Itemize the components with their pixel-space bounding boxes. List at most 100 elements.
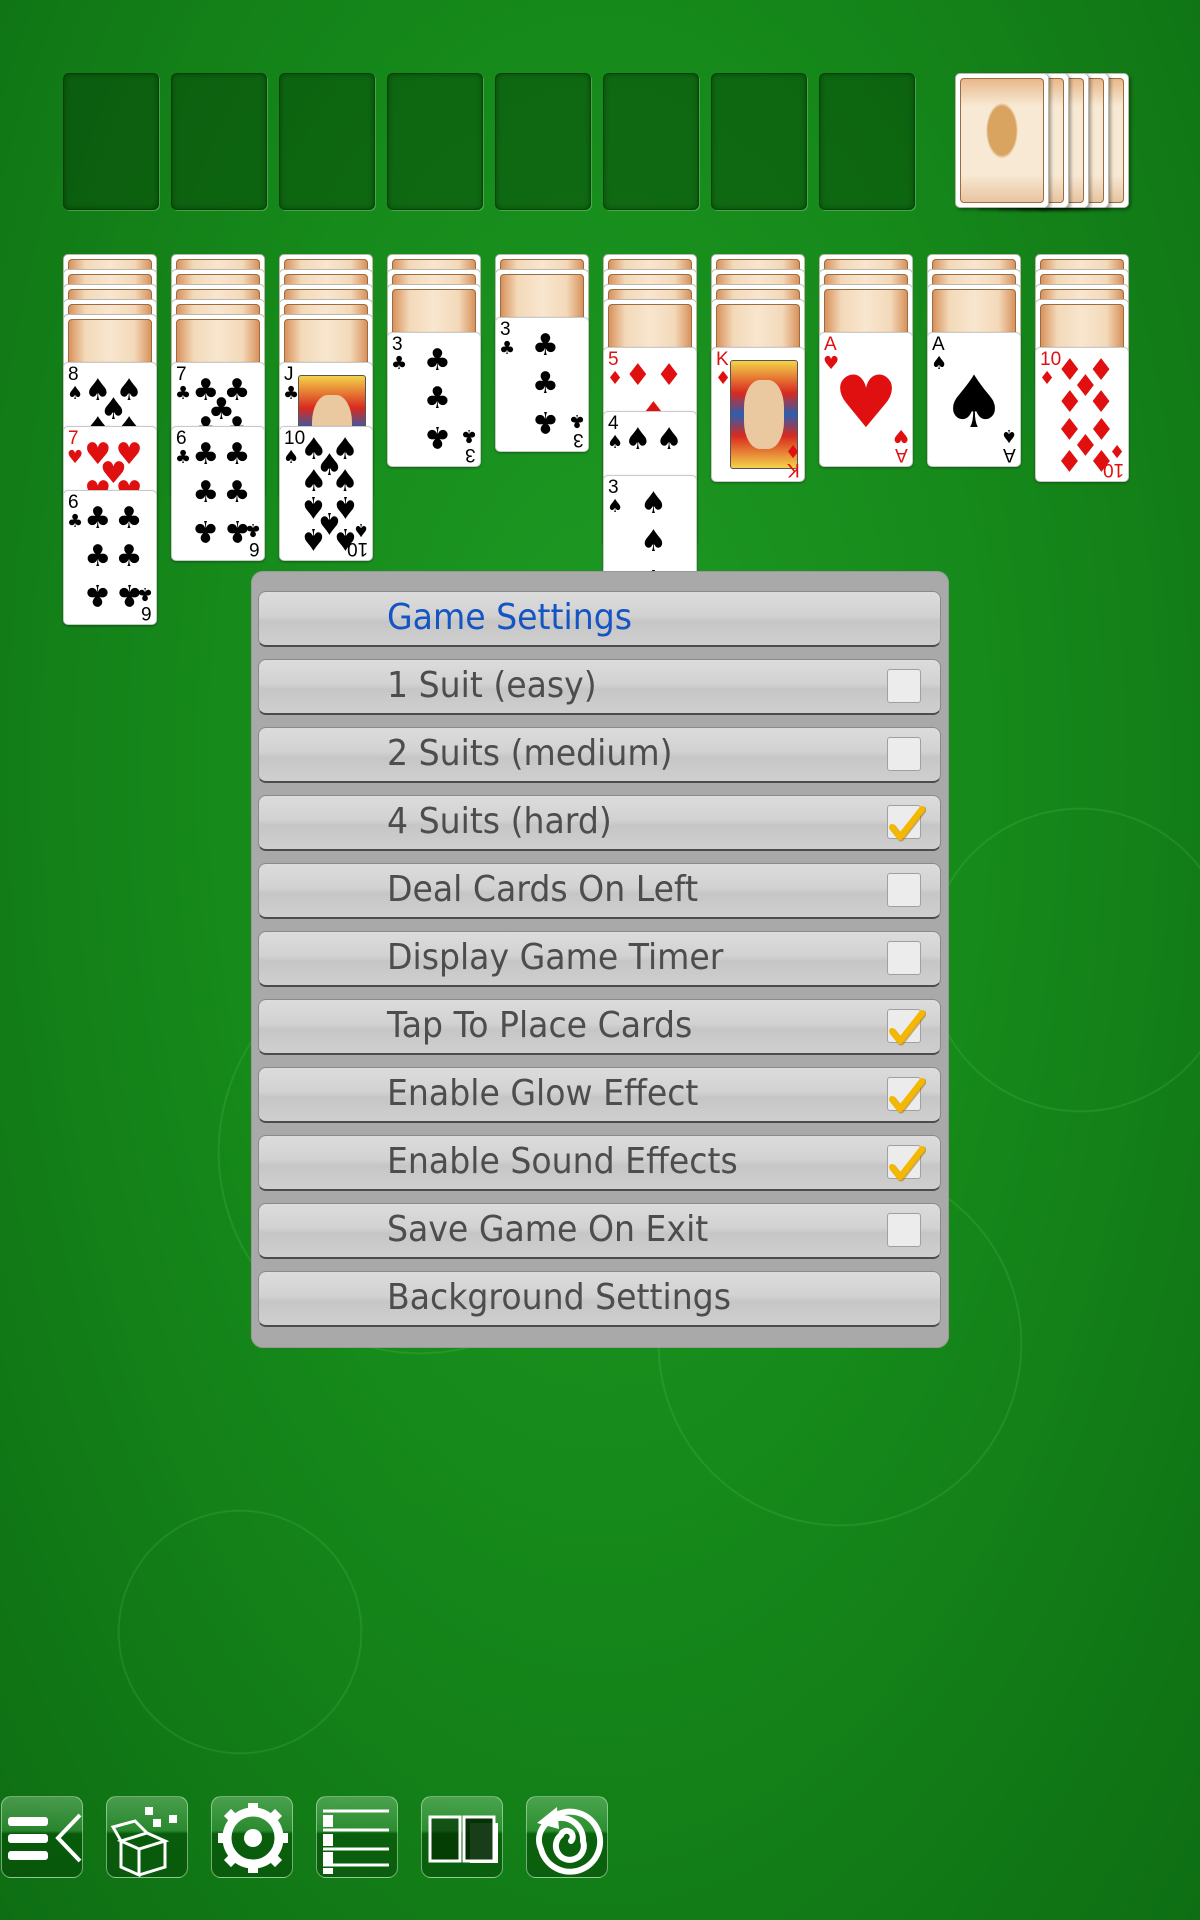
checkbox-display-game-timer[interactable] xyxy=(887,941,921,975)
card-suit-icon: ♥ xyxy=(67,447,84,468)
foundation-slot xyxy=(387,73,483,210)
card-pip-icon: ♣ xyxy=(532,403,559,439)
settings-row-label: 4 Suits (hard) xyxy=(387,801,612,842)
playing-card[interactable]: K ♦ K ♦ xyxy=(711,347,805,482)
playing-card[interactable]: 10 ♠ ♠ ♠ ♠ ♠ ♠ ♠ ♠ ♠ ♠ ♠ 10 ♠ xyxy=(279,426,373,561)
card-rank: A xyxy=(824,334,837,355)
card-pip-icon: ♦ xyxy=(655,358,683,394)
card-suit-corner-icon: ♣ xyxy=(136,583,153,604)
card-suit-corner-icon: ♠ xyxy=(352,519,369,540)
settings-row-4-suits-hard[interactable]: 4 Suits (hard) xyxy=(258,795,941,851)
checkbox-4-suits-hard[interactable] xyxy=(887,805,926,842)
card-pip-icon: ♠ xyxy=(655,422,683,458)
card-suit-corner-icon: ♦ xyxy=(1108,440,1125,461)
card-pip-icon: ♣ xyxy=(424,418,451,454)
card-suit-icon: ♣ xyxy=(67,511,84,532)
game-settings-panel: Game Settings 1 Suit (easy) 2 Suits (medi… xyxy=(251,571,949,1348)
card-rank: A xyxy=(932,334,945,355)
card-suit-icon: ♠ xyxy=(283,447,300,468)
card-rank: 3 xyxy=(608,477,619,498)
card-rank-corner: 3 xyxy=(465,444,476,465)
settings-row-deal-cards-on-left[interactable]: Deal Cards On Left xyxy=(258,863,941,919)
card-pip-icon: ♣ xyxy=(532,328,559,364)
card-pip-icon: ♦ xyxy=(624,358,652,394)
foundation-slot xyxy=(171,73,267,210)
playing-card[interactable]: A ♥ ♥ A ♥ xyxy=(819,332,913,467)
card-rank: 7 xyxy=(176,364,187,385)
settings-row-label: 1 Suit (easy) xyxy=(387,665,597,706)
card-pip-icon: ♣ xyxy=(192,437,220,473)
card-rank-corner: 10 xyxy=(1102,459,1124,480)
checkbox-enable-glow-effect[interactable] xyxy=(887,1077,926,1114)
card-rank: J xyxy=(284,364,294,385)
card-pip-icon: ♠ xyxy=(300,520,328,556)
card-pip-icon: ♣ xyxy=(192,474,220,510)
playing-card[interactable]: 10 ♦ ♦ ♦ ♦ ♦ ♦ ♦ ♦ ♦ ♦ ♦ 10 ♦ xyxy=(1035,347,1129,482)
card-suit-corner-icon: ♥ xyxy=(892,425,909,446)
settings-row-2-suits-medium[interactable]: 2 Suits (medium) xyxy=(258,727,941,783)
card-suit-icon: ♠ xyxy=(607,496,624,517)
settings-row-save-game-on-exit[interactable]: Save Game On Exit xyxy=(258,1203,941,1259)
settings-row-enable-glow-effect[interactable]: Enable Glow Effect xyxy=(258,1067,941,1123)
settings-row-label: Enable Glow Effect xyxy=(387,1073,699,1114)
statistics-list-button[interactable] xyxy=(316,1796,398,1878)
checkbox-enable-sound-effects[interactable] xyxy=(887,1145,926,1182)
card-pip-icon: ♣ xyxy=(532,365,559,401)
playing-card[interactable]: 3 ♣ ♣ ♣ ♣ 3 ♣ xyxy=(387,332,481,467)
card-suit-icon: ♠ xyxy=(67,383,84,404)
checkbox-tap-to-place-cards[interactable] xyxy=(887,1009,926,1046)
card-pip-icon: ♠ xyxy=(640,523,667,559)
card-pip-icon: ♣ xyxy=(192,512,220,548)
card-suit-corner-icon: ♦ xyxy=(784,440,801,461)
card-pip-icon: ♣ xyxy=(115,501,143,537)
menu-button[interactable] xyxy=(1,1796,83,1878)
stock-card[interactable] xyxy=(955,73,1049,208)
card-pip-icon: ♣ xyxy=(223,474,251,510)
card-suit-icon: ♦ xyxy=(607,368,624,389)
card-suit-icon: ♣ xyxy=(499,338,516,359)
card-suit-corner-icon: ♣ xyxy=(244,519,261,540)
checkbox-2-suits-medium[interactable] xyxy=(887,737,921,771)
card-suit-icon: ♦ xyxy=(1039,368,1056,389)
playing-card[interactable]: A ♠ ♠ A ♠ xyxy=(927,332,1021,467)
settings-title-bar: Game Settings xyxy=(258,591,941,647)
card-rank: 4 xyxy=(608,413,619,434)
settings-row-display-game-timer[interactable]: Display Game Timer xyxy=(258,931,941,987)
card-pip-icon: ♣ xyxy=(424,380,451,416)
foundation-slot xyxy=(495,73,591,210)
card-suit-corner-icon: ♣ xyxy=(460,425,477,446)
card-suit-icon: ♠ xyxy=(607,432,624,453)
checkbox-deal-cards-on-left[interactable] xyxy=(887,873,921,907)
settings-title: Game Settings xyxy=(387,597,632,638)
settings-row-label: Tap To Place Cards xyxy=(387,1005,693,1046)
foundation-slot xyxy=(279,73,375,210)
card-rank-corner: K xyxy=(787,459,800,480)
card-rank: 3 xyxy=(500,319,511,340)
card-suit-icon: ♣ xyxy=(391,353,408,374)
playing-card[interactable]: 6 ♣ ♣ ♣ ♣ ♣ ♣ ♣ 6 ♣ xyxy=(63,490,157,625)
checkbox-save-game-on-exit[interactable] xyxy=(887,1213,921,1247)
card-rank: 7 xyxy=(68,428,79,449)
card-suit-corner-icon: ♠ xyxy=(1000,425,1017,446)
card-rank: 3 xyxy=(392,334,403,355)
checkbox-1-suit-easy[interactable] xyxy=(887,669,921,703)
settings-row-background-settings[interactable]: Background Settings xyxy=(258,1271,941,1327)
foundation-slot xyxy=(711,73,807,210)
settings-row-tap-to-place-cards[interactable]: Tap To Place Cards xyxy=(258,999,941,1055)
settings-row-label: Save Game On Exit xyxy=(387,1209,709,1250)
settings-row-1-suit-easy[interactable]: 1 Suit (easy) xyxy=(258,659,941,715)
undo-spiral-button[interactable] xyxy=(526,1796,608,1878)
settings-row-label: Display Game Timer xyxy=(387,937,724,978)
card-pip-icon: ♠ xyxy=(640,486,667,522)
settings-gear-button[interactable] xyxy=(211,1796,293,1878)
card-rank-corner: 3 xyxy=(573,429,584,450)
new-game-box-button[interactable] xyxy=(106,1796,188,1878)
playing-card[interactable]: 3 ♣ ♣ ♣ ♣ 3 ♣ xyxy=(495,317,589,452)
playing-card[interactable]: 6 ♣ ♣ ♣ ♣ ♣ ♣ ♣ 6 ♣ xyxy=(171,426,265,561)
card-rank-corner: 10 xyxy=(346,538,368,559)
card-back-select-button[interactable] xyxy=(421,1796,503,1878)
card-rank-corner: 6 xyxy=(249,538,260,559)
card-rank: 8 xyxy=(68,364,79,385)
card-pip-icon: ♣ xyxy=(223,437,251,473)
settings-row-enable-sound-effects[interactable]: Enable Sound Effects xyxy=(258,1135,941,1191)
